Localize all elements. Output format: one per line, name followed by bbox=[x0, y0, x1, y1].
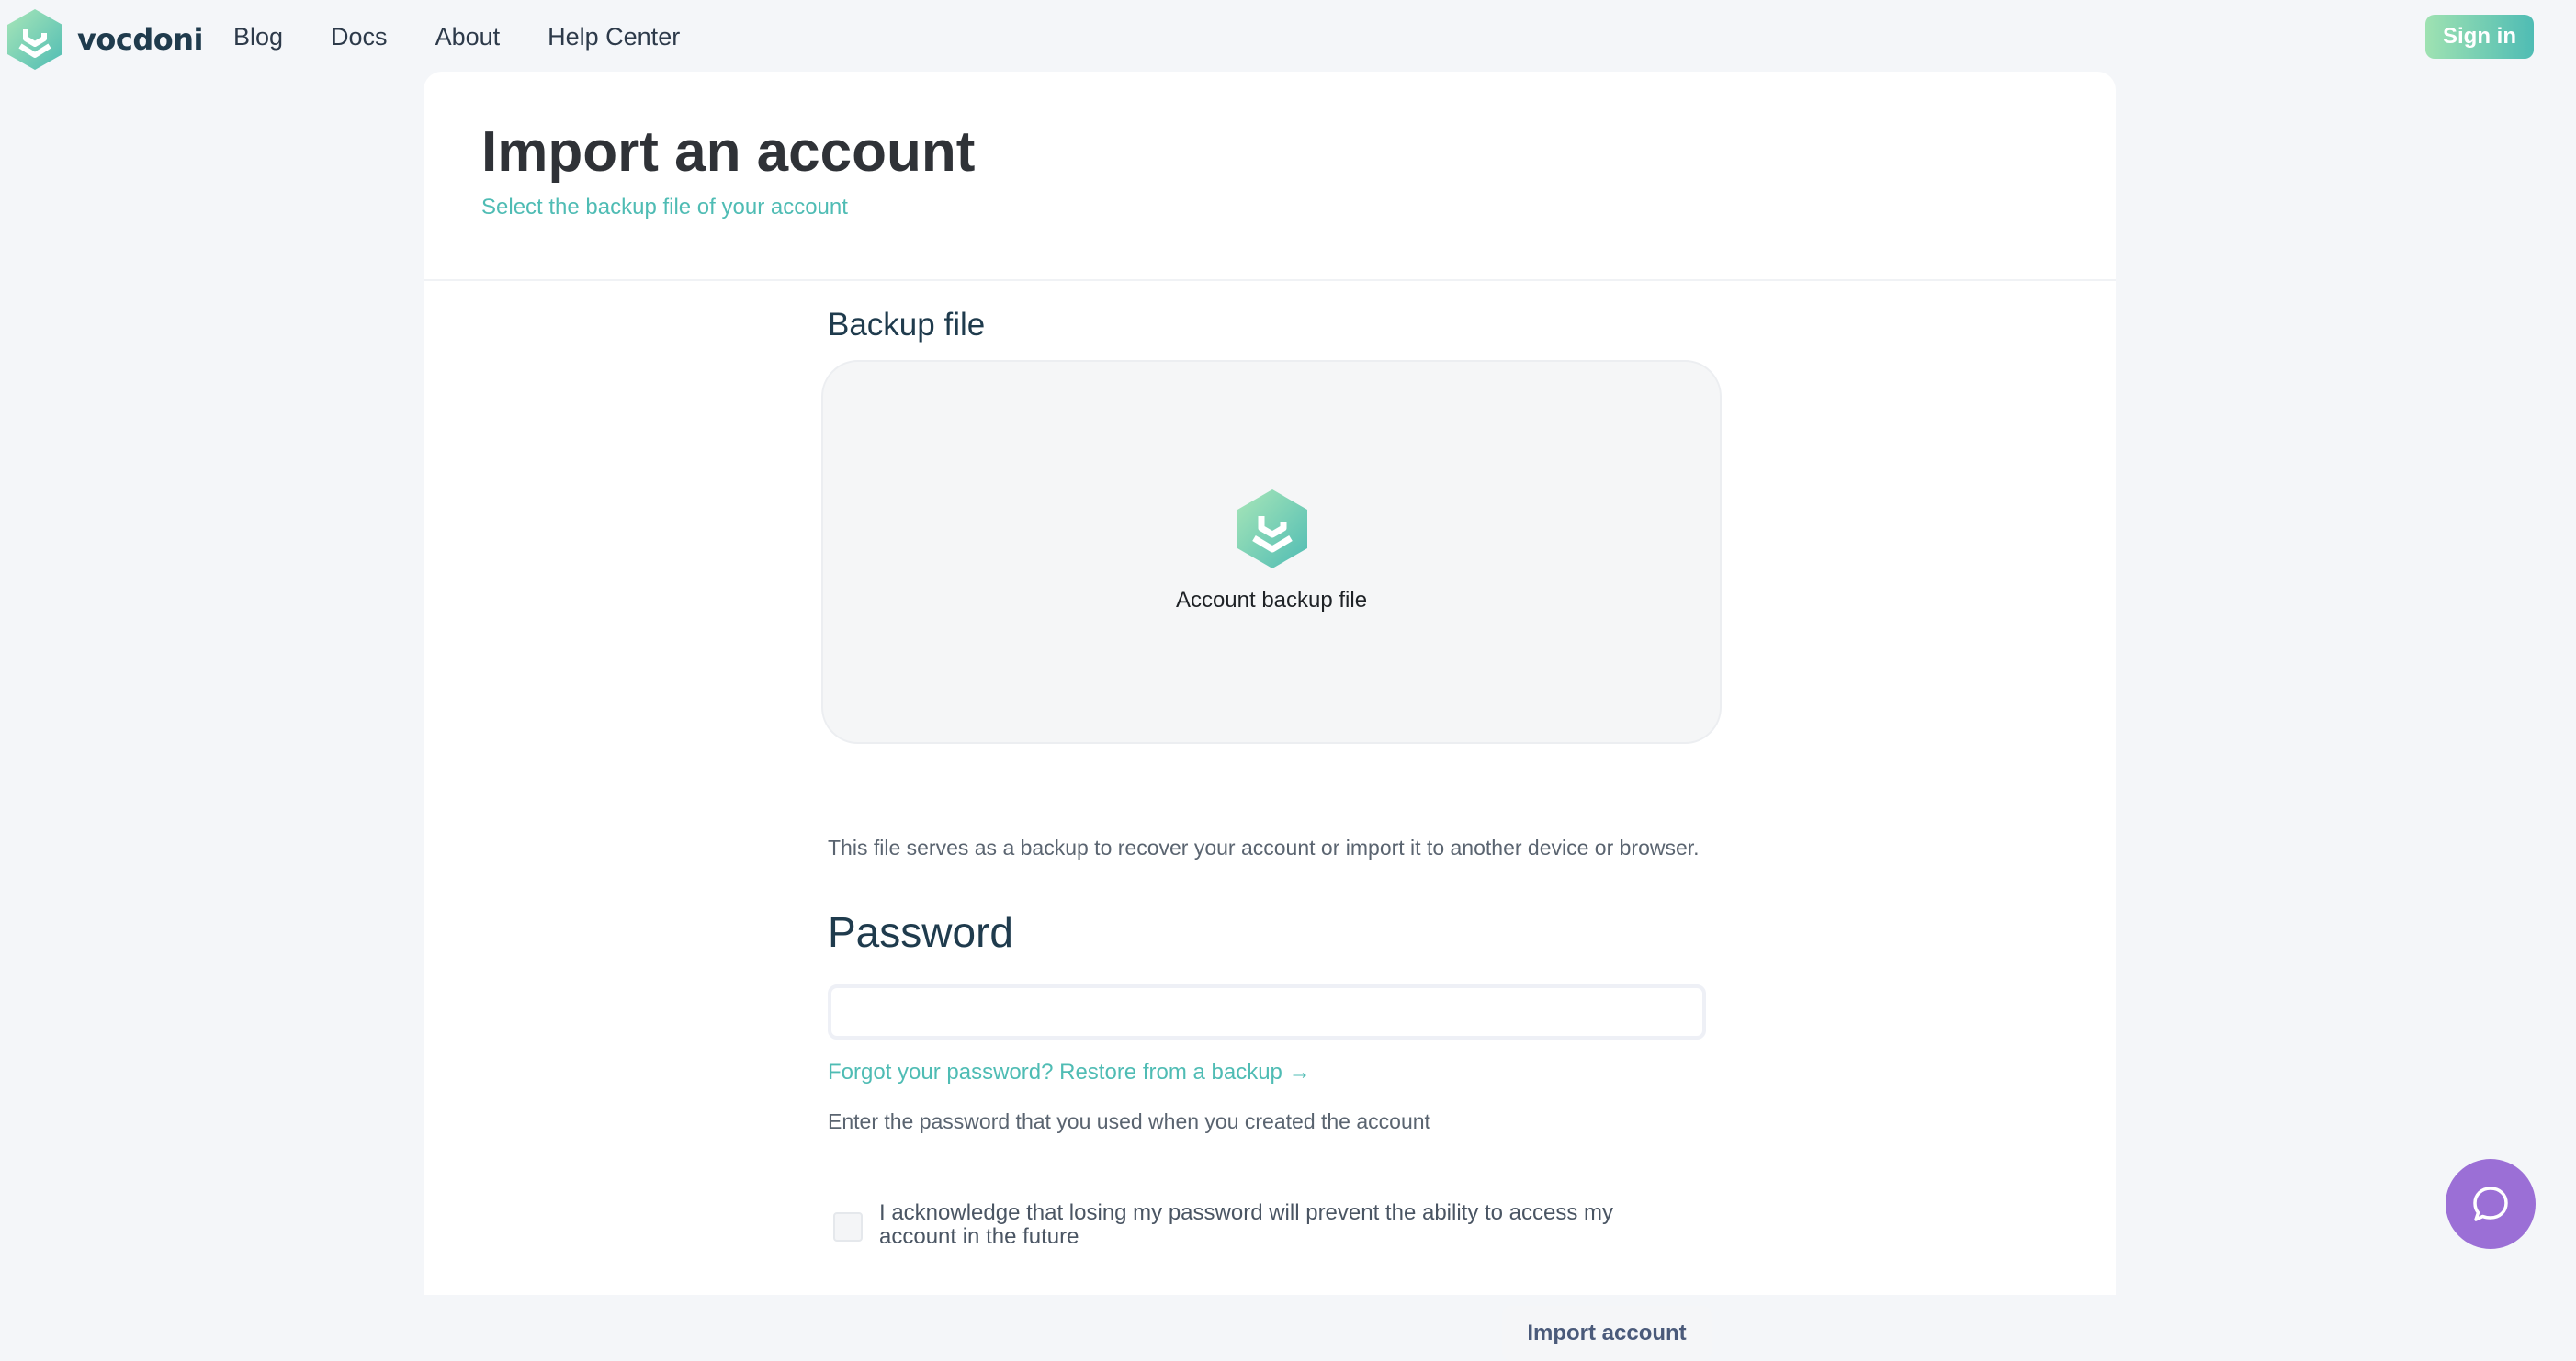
import-account-button[interactable]: Import account bbox=[1502, 1306, 1712, 1361]
card-header: Import an account Select the backup file… bbox=[424, 72, 2116, 281]
nav-link-docs[interactable]: Docs bbox=[331, 18, 388, 55]
forgot-password-link[interactable]: Forgot your password? Restore from a bac… bbox=[828, 1060, 1311, 1085]
page-subtitle: Select the backup file of your account bbox=[481, 195, 848, 219]
page-title: Import an account bbox=[481, 120, 976, 184]
nav-link-about[interactable]: About bbox=[435, 18, 501, 55]
chat-bubble-icon bbox=[2473, 1187, 2508, 1221]
backup-file-help: This file serves as a backup to recover … bbox=[828, 836, 1700, 860]
sign-in-button[interactable]: Sign in bbox=[2425, 15, 2534, 59]
password-help: Enter the password that you used when yo… bbox=[828, 1109, 1430, 1133]
acknowledge-row[interactable]: I acknowledge that losing my password wi… bbox=[833, 1201, 1660, 1249]
brand-name: vocdoni bbox=[77, 22, 203, 57]
dropzone-label: Account backup file bbox=[1175, 588, 1368, 613]
chat-widget-button[interactable] bbox=[2446, 1159, 2536, 1249]
password-label: Password bbox=[828, 908, 1013, 956]
password-input[interactable] bbox=[828, 984, 1706, 1040]
nav-links: Blog Docs About Help Center bbox=[233, 18, 728, 55]
nav-link-help-center[interactable]: Help Center bbox=[548, 18, 680, 55]
backup-file-label: Backup file bbox=[828, 307, 986, 343]
backup-file-dropzone[interactable]: Account backup file bbox=[821, 360, 1722, 744]
brand-logo[interactable]: vocdoni bbox=[6, 7, 203, 72]
import-account-card: Import an account Select the backup file… bbox=[424, 72, 2116, 1361]
vocdoni-file-icon bbox=[1237, 489, 1307, 568]
top-nav: vocdoni Blog Docs About Help Center Sign… bbox=[0, 0, 2576, 73]
acknowledge-label: I acknowledge that losing my password wi… bbox=[879, 1200, 1614, 1249]
vocdoni-logo-icon bbox=[7, 9, 62, 70]
acknowledge-checkbox[interactable] bbox=[833, 1212, 863, 1242]
nav-link-blog[interactable]: Blog bbox=[233, 18, 283, 55]
